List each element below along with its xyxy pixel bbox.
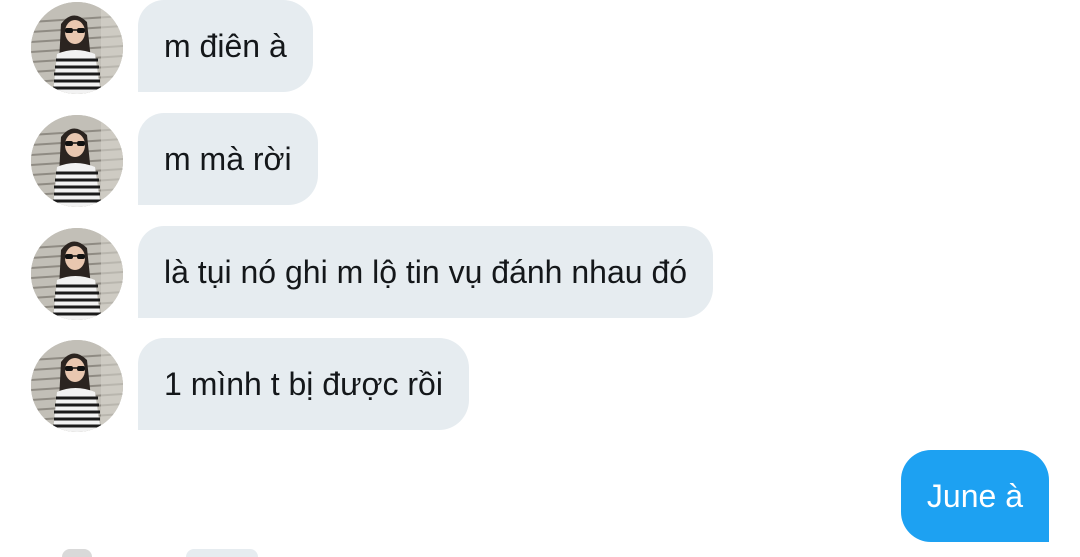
incoming-message: m điên à — [0, 0, 1080, 94]
message-text: m điên à — [164, 27, 287, 64]
profile-photo-icon[interactable] — [31, 2, 123, 94]
message-text: 1 mình t bị được rồi — [164, 365, 443, 402]
incoming-bubble[interactable]: m điên à — [138, 0, 313, 92]
message-text: m mà rời — [164, 140, 292, 177]
incoming-bubble[interactable]: là tụi nó ghi m lộ tin vụ đánh nhau đó — [138, 226, 714, 318]
message-text: June à — [926, 477, 1023, 514]
incoming-message: là tụi nó ghi m lộ tin vụ đánh nhau đó — [0, 226, 1080, 320]
next-bubble-peek — [186, 549, 258, 557]
profile-photo-icon[interactable] — [31, 228, 123, 320]
profile-photo-icon[interactable] — [31, 115, 123, 207]
incoming-message: 1 mình t bị được rồi — [0, 338, 1080, 432]
incoming-bubble[interactable]: m mà rời — [138, 113, 318, 205]
incoming-bubble[interactable]: 1 mình t bị được rồi — [138, 338, 469, 430]
profile-photo-icon[interactable] — [31, 340, 123, 432]
message-text: là tụi nó ghi m lộ tin vụ đánh nhau đó — [164, 253, 688, 290]
next-avatar-peek — [62, 549, 92, 557]
incoming-message: m mà rời — [0, 113, 1080, 207]
outgoing-bubble[interactable]: June à — [900, 450, 1049, 542]
